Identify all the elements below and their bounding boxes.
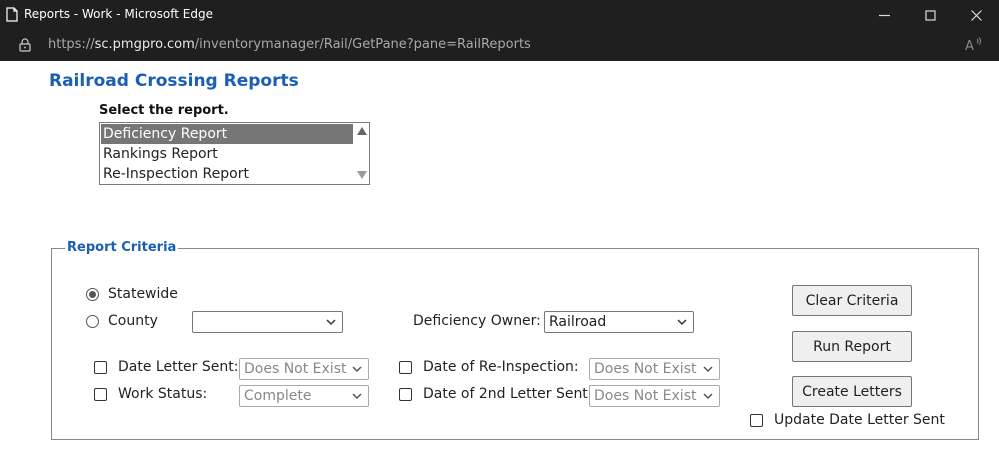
statewide-label: Statewide <box>108 286 178 302</box>
date-reinspection-select[interactable]: Does Not Exist <box>589 358 720 380</box>
minimize-icon <box>878 14 890 16</box>
select-report-label: Select the report. <box>99 103 229 118</box>
close-icon <box>970 9 982 21</box>
window-title: Reports - Work - Microsoft Edge <box>24 7 213 21</box>
page-content: Railroad Crossing Reports Select the rep… <box>0 61 999 461</box>
date-letter-sent-select[interactable]: Does Not Exist <box>239 358 369 380</box>
date-reinspection-value: Does Not Exist <box>594 361 697 377</box>
page-title: Railroad Crossing Reports <box>49 71 299 91</box>
report-option-reinspection[interactable]: Re-Inspection Report <box>101 164 353 184</box>
scroll-down-icon[interactable] <box>357 171 367 179</box>
chevron-down-icon <box>352 366 362 373</box>
date-reinspection-checkbox[interactable] <box>399 361 412 374</box>
update-date-letter-label: Update Date Letter Sent <box>774 412 945 428</box>
run-report-button[interactable]: Run Report <box>792 331 912 362</box>
document-icon <box>6 7 18 22</box>
county-label: County <box>108 313 158 329</box>
chevron-down-icon <box>352 393 362 400</box>
url-path: /inventorymanager/Rail/GetPane?pane=Rail… <box>194 37 531 52</box>
date-letter-sent-value: Does Not Exist <box>244 361 347 377</box>
date-2nd-letter-value: Does Not Exist <box>594 388 697 404</box>
deficiency-owner-value: Railroad <box>549 314 607 330</box>
svg-text:A: A <box>965 39 974 54</box>
date-reinspection-label: Date of Re-Inspection: <box>423 359 579 375</box>
report-option-rankings[interactable]: Rankings Report <box>101 144 353 164</box>
deficiency-owner-select[interactable]: Railroad <box>544 311 694 333</box>
report-criteria-fieldset: Report Criteria Statewide County Deficie… <box>51 240 979 440</box>
deficiency-owner-label: Deficiency Owner: <box>413 313 541 329</box>
report-listbox[interactable]: Deficiency Report Rankings Report Re-Ins… <box>99 122 370 185</box>
date-2nd-letter-select[interactable]: Does Not Exist <box>589 385 720 407</box>
chevron-down-icon <box>703 366 713 373</box>
date-letter-sent-label: Date Letter Sent: <box>118 359 239 375</box>
clear-criteria-button[interactable]: Clear Criteria <box>792 285 912 316</box>
listbox-scrollbar[interactable] <box>353 123 369 184</box>
url-text[interactable]: https://sc.pmgpro.com/inventorymanager/R… <box>48 37 531 52</box>
maximize-button[interactable] <box>907 0 953 30</box>
date-2nd-letter-label: Date of 2nd Letter Sent: <box>423 386 593 402</box>
create-letters-button[interactable]: Create Letters <box>792 376 912 407</box>
statewide-radio[interactable] <box>86 288 99 301</box>
maximize-icon <box>924 9 936 21</box>
url-host: sc.pmgpro.com <box>94 37 195 52</box>
window-titlebar: Reports - Work - Microsoft Edge <box>0 0 999 30</box>
close-button[interactable] <box>953 0 999 30</box>
report-option-deficiency[interactable]: Deficiency Report <box>101 124 353 144</box>
date-2nd-letter-checkbox[interactable] <box>399 388 412 401</box>
minimize-button[interactable] <box>861 0 907 30</box>
update-date-letter-checkbox[interactable] <box>750 414 763 427</box>
url-prefix: https:// <box>48 37 95 52</box>
date-letter-sent-checkbox[interactable] <box>94 361 107 374</box>
work-status-select[interactable]: Complete <box>239 385 369 407</box>
report-criteria-legend: Report Criteria <box>65 240 179 255</box>
work-status-label: Work Status: <box>118 386 208 402</box>
lock-icon[interactable] <box>19 38 31 52</box>
chevron-down-icon <box>677 319 687 326</box>
scroll-up-icon[interactable] <box>357 127 367 135</box>
address-bar: https://sc.pmgpro.com/inventorymanager/R… <box>0 30 999 61</box>
chevron-down-icon <box>703 393 713 400</box>
county-radio[interactable] <box>86 315 99 328</box>
work-status-value: Complete <box>244 388 312 404</box>
county-select[interactable] <box>192 311 343 333</box>
chevron-down-icon <box>326 319 336 326</box>
read-aloud-icon[interactable]: A <box>964 36 984 54</box>
work-status-checkbox[interactable] <box>94 388 107 401</box>
